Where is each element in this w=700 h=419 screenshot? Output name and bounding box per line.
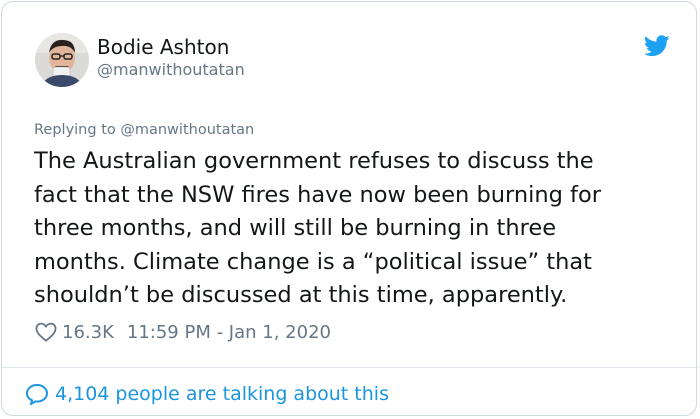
heart-icon[interactable]	[35, 322, 57, 342]
tweet-text: The Australian government refuses to dis…	[34, 145, 674, 313]
like-count[interactable]: 16.3K	[62, 322, 114, 343]
twitter-bird-icon[interactable]	[643, 35, 670, 57]
conversation-count[interactable]: 4,104 people are talking about this	[55, 383, 389, 405]
replying-to-label: Replying to @manwithoutatan	[34, 122, 255, 138]
user-handle[interactable]: @manwithoutatan	[97, 60, 245, 79]
divider	[1, 367, 699, 368]
tweet-card[interactable]: Bodie Ashton @manwithoutatan Replying to…	[1, 1, 697, 416]
tweet-text-line: The Australian government refuses to dis…	[34, 148, 594, 174]
display-name[interactable]: Bodie Ashton	[97, 35, 229, 59]
avatar[interactable]	[35, 33, 89, 87]
conversation-link[interactable]: 4,104 people are talking about this	[25, 381, 389, 407]
tweet-text-line: fact that the NSW fires have now been bu…	[34, 181, 601, 208]
speech-bubble-icon	[25, 383, 49, 405]
tweet-text-line: three months, and will still be burning …	[34, 215, 557, 241]
tweet-meta: 16.3K 11:59 PM - Jan 1, 2020	[35, 320, 331, 344]
tweet-text-line: months. Climate change is a “political i…	[34, 248, 592, 275]
tweet-text-line: shouldn’t be discussed at this time, app…	[34, 282, 568, 308]
timestamp[interactable]: 11:59 PM - Jan 1, 2020	[127, 322, 331, 343]
